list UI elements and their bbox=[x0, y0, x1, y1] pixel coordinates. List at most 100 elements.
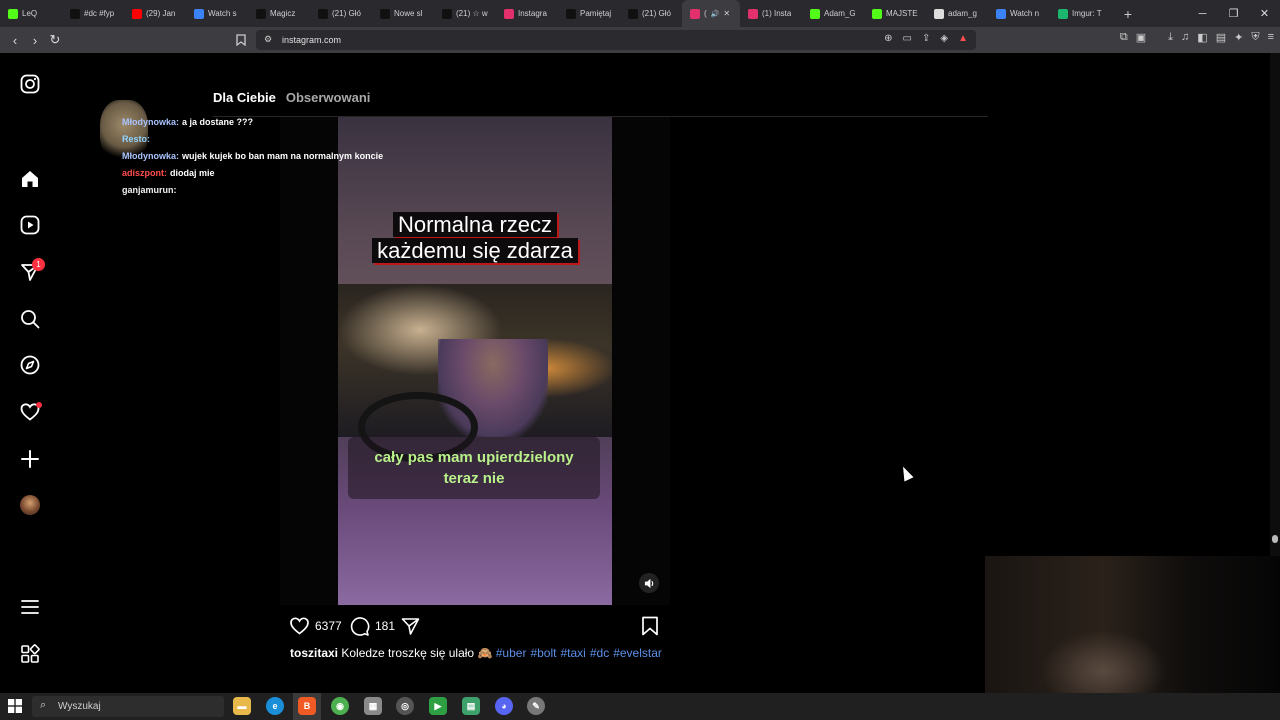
browser-tab[interactable]: LeQ bbox=[0, 0, 62, 27]
file-explorer-icon[interactable]: ▬ bbox=[233, 697, 251, 715]
browser-tab-label: MAJSTE bbox=[886, 9, 918, 18]
browser-tab[interactable]: (29) Jan bbox=[124, 0, 186, 27]
taskbar-search[interactable]: ⌕ Wyszukaj bbox=[32, 696, 224, 717]
caption-emoji-icon: 🙈 bbox=[477, 646, 493, 660]
wallet-icon[interactable]: ▤ bbox=[1216, 31, 1226, 44]
chrome-icon[interactable]: ◉ bbox=[331, 697, 349, 715]
messages-badge: 1 bbox=[32, 258, 45, 271]
app-icon[interactable]: ▦ bbox=[364, 697, 382, 715]
brave-shield-icon[interactable]: ◈ bbox=[940, 33, 948, 44]
chat-message: Młodynowka: a ja dostane ??? bbox=[122, 114, 383, 131]
close-window-icon[interactable]: ✕ bbox=[1249, 0, 1280, 27]
discord-icon[interactable]: ◕ bbox=[495, 697, 513, 715]
tab-for-you[interactable]: Dla Ciebie bbox=[213, 90, 276, 105]
chat-username: adiszpont: bbox=[122, 168, 167, 178]
browser-tab[interactable]: #dc #fyp bbox=[62, 0, 124, 27]
hashtag-link[interactable]: #bolt bbox=[530, 646, 556, 660]
sidebar-toggle-icon[interactable]: ◧ bbox=[1197, 31, 1207, 44]
tool-icon[interactable]: ✎ bbox=[527, 697, 545, 715]
comment-icon[interactable] bbox=[349, 616, 370, 636]
url-bar[interactable]: ⚙ instagram.com ⊕ ▭ ⇪ ◈ ▲ bbox=[256, 30, 976, 50]
browser-tab[interactable]: Instagra bbox=[496, 0, 558, 27]
apps-grid-icon[interactable] bbox=[19, 643, 41, 665]
browser-tab-label: ( bbox=[704, 9, 707, 18]
sound-toggle-button[interactable] bbox=[639, 573, 659, 593]
browser-tab[interactable]: adam_g bbox=[926, 0, 988, 27]
browser-tab[interactable]: Watch s bbox=[186, 0, 248, 27]
spreadsheet-icon[interactable]: ▤ bbox=[462, 697, 480, 715]
reload-icon[interactable]: ↻ bbox=[45, 30, 65, 50]
instagram-logo-icon[interactable] bbox=[19, 73, 41, 95]
windows-start-icon[interactable] bbox=[8, 699, 22, 713]
diamond-icon bbox=[934, 8, 944, 19]
extensions-icon[interactable]: ⧉ bbox=[1120, 31, 1128, 44]
back-icon[interactable]: ‹ bbox=[5, 30, 25, 50]
chat-message: adiszpont: diodaj mie bbox=[122, 165, 383, 182]
media-icon[interactable]: ♫ bbox=[1181, 31, 1189, 44]
browser-tab-label: adam_g bbox=[948, 9, 977, 18]
download-icon[interactable]: ⤓ bbox=[1168, 31, 1173, 44]
browser-tab[interactable]: Nowe sl bbox=[372, 0, 434, 27]
feed-tabs: Dla Ciebie Obserwowani bbox=[213, 90, 370, 105]
minimize-icon[interactable]: ─ bbox=[1187, 0, 1218, 27]
browser-tab[interactable]: Imgur: T bbox=[1050, 0, 1112, 27]
browser-tab[interactable]: Pamiętaj bbox=[558, 0, 620, 27]
like-heart-icon[interactable] bbox=[289, 616, 310, 636]
browser-tab[interactable]: Adam_G bbox=[802, 0, 864, 27]
forward-icon[interactable]: › bbox=[25, 30, 45, 50]
profile-avatar[interactable] bbox=[19, 494, 41, 516]
instagram-icon bbox=[748, 8, 758, 19]
browser-tab[interactable]: MAJSTE bbox=[864, 0, 926, 27]
browser-tab[interactable]: (21) Głó bbox=[310, 0, 372, 27]
chat-username: Resto: bbox=[122, 134, 151, 144]
site-settings-icon[interactable]: ⚙ bbox=[264, 34, 272, 45]
hashtag-link[interactable]: #taxi bbox=[560, 646, 585, 660]
save-action[interactable] bbox=[641, 615, 659, 637]
browser-tab-label: (21) ☆ w bbox=[456, 9, 488, 18]
browser-tab-label: (1) Insta bbox=[762, 9, 792, 18]
url-text[interactable]: instagram.com bbox=[282, 35, 341, 45]
browser-tab[interactable]: ( 🔊 ✕ bbox=[682, 0, 740, 27]
screenshot-icon[interactable]: ▣ bbox=[1136, 31, 1146, 44]
hashtag-link[interactable]: #uber bbox=[496, 646, 527, 660]
browser-tab[interactable]: (21) ☆ w bbox=[434, 0, 496, 27]
new-tab-button[interactable]: + bbox=[1118, 6, 1138, 22]
taskbar-search-placeholder: Wyszukaj bbox=[58, 701, 101, 712]
hashtag-link[interactable]: #dc bbox=[590, 646, 609, 660]
menu-icon[interactable]: ≡ bbox=[1268, 31, 1274, 44]
obs-icon[interactable]: ◎ bbox=[396, 697, 414, 715]
hashtag-link[interactable]: #evelstar bbox=[613, 646, 662, 660]
stream-chat-overlay: Młodynowka: a ja dostane ??? Resto: Młodyno… bbox=[122, 114, 383, 199]
create-plus-icon[interactable] bbox=[19, 448, 41, 470]
browser-extensions: ⧉ ▣ ⤓ ♫ ◧ ▤ ✦ ⛨ ≡ bbox=[1120, 31, 1274, 44]
caption-username[interactable]: toszitaxi bbox=[290, 646, 338, 660]
share-paper-plane-icon[interactable] bbox=[400, 616, 421, 636]
tab-following[interactable]: Obserwowani bbox=[286, 90, 371, 105]
tab-close-icon[interactable]: ✕ bbox=[723, 9, 730, 18]
scrollbar-thumb[interactable] bbox=[1272, 535, 1278, 543]
browser-tab[interactable]: (1) Insta bbox=[740, 0, 802, 27]
browser-tab[interactable]: Magicz bbox=[248, 0, 310, 27]
media-player-icon[interactable]: ▶ bbox=[429, 697, 447, 715]
browser-tab[interactable]: Watch n bbox=[988, 0, 1050, 27]
share-icon[interactable]: ⇪ bbox=[922, 33, 930, 44]
vpn-icon[interactable]: ⛨ bbox=[1251, 31, 1259, 44]
share-action[interactable] bbox=[400, 615, 421, 637]
restore-icon[interactable]: ❐ bbox=[1218, 0, 1249, 27]
browser-tab[interactable]: (21) Głó bbox=[620, 0, 682, 27]
bookmark-save-icon[interactable] bbox=[641, 616, 659, 636]
more-menu-icon[interactable] bbox=[19, 596, 41, 618]
brave-icon[interactable]: B bbox=[298, 697, 316, 715]
home-icon[interactable] bbox=[19, 168, 41, 190]
reels-icon[interactable] bbox=[19, 214, 41, 236]
zoom-icon[interactable]: ⊕ bbox=[884, 33, 892, 44]
search-icon[interactable] bbox=[19, 308, 41, 330]
search-icon: ⌕ bbox=[40, 699, 47, 711]
bookmark-icon[interactable] bbox=[231, 30, 251, 50]
leo-ai-icon[interactable]: ✦ bbox=[1234, 31, 1243, 44]
tab-audio-icon[interactable]: 🔊 bbox=[711, 10, 720, 18]
brave-rewards-icon[interactable]: ▲ bbox=[958, 33, 968, 44]
explore-icon[interactable] bbox=[19, 354, 41, 376]
edge-icon[interactable]: e bbox=[266, 697, 284, 715]
cast-icon[interactable]: ▭ bbox=[903, 33, 912, 44]
